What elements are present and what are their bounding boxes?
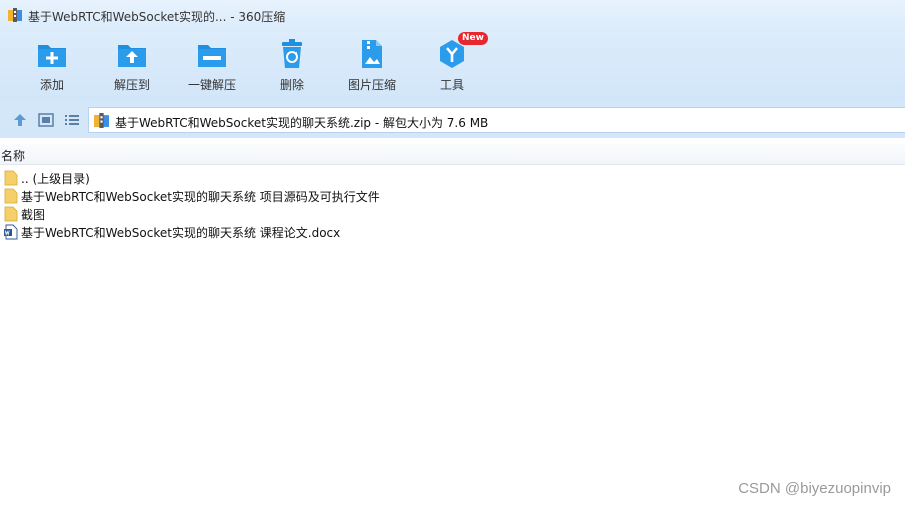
archive-app-icon — [8, 8, 22, 22]
image-compress-label: 图片压缩 — [347, 78, 396, 92]
list-item-name: 基于WebRTC和WebSocket实现的聊天系统 项目源码及可执行文件 — [21, 190, 380, 204]
navigation-bar: 基于WebRTC和WebSocket实现的聊天系统.zip - 解包大小为 7.… — [0, 102, 905, 138]
zip-file-icon — [94, 113, 109, 128]
list-item-name: .. (上级目录) — [21, 172, 90, 186]
file-list: .. (上级目录) 基于WebRTC和WebSocket实现的聊天系统 项目源码… — [0, 169, 905, 241]
extract-folder-icon — [118, 45, 146, 67]
tools-label: 工具 — [439, 78, 464, 92]
thumbnail-view-icon[interactable] — [38, 112, 54, 128]
list-item-name: 基于WebRTC和WebSocket实现的聊天系统 课程论文.docx — [21, 226, 341, 240]
one-click-extract-icon — [198, 45, 226, 67]
one-click-extract-button[interactable]: 一键解压 — [172, 38, 252, 98]
column-header: 名称 — [0, 144, 905, 165]
window-title: 基于WebRTC和WebSocket实现的... - 360压缩 — [28, 10, 286, 24]
list-item-source-folder[interactable]: 基于WebRTC和WebSocket实现的聊天系统 项目源码及可执行文件 — [0, 187, 905, 205]
list-item-name: 截图 — [21, 208, 46, 222]
list-item-screenshots-folder[interactable]: 截图 — [0, 205, 905, 223]
folder-icon — [4, 206, 18, 222]
toolbar: 添加 解压到 一键解压 删除 图片压缩 New 工具 — [0, 30, 905, 102]
address-bar[interactable]: 基于WebRTC和WebSocket实现的聊天系统.zip - 解包大小为 7.… — [88, 107, 905, 133]
trash-icon — [282, 39, 302, 68]
add-button[interactable]: 添加 — [12, 38, 92, 98]
extract-to-button[interactable]: 解压到 — [92, 38, 172, 98]
extract-to-label: 解压到 — [113, 78, 150, 92]
new-badge: New — [458, 32, 488, 45]
folder-icon — [4, 170, 18, 186]
archive-path: 基于WebRTC和WebSocket实现的聊天系统.zip - 解包大小为 7.… — [115, 116, 489, 130]
tools-button[interactable]: New 工具 — [412, 32, 492, 98]
list-item-parent-directory[interactable]: .. (上级目录) — [0, 169, 905, 187]
watermark: CSDN @biyezuopinvip — [738, 480, 891, 497]
column-name-header[interactable]: 名称 — [1, 147, 25, 164]
add-folder-icon — [38, 45, 66, 67]
image-compress-icon — [362, 40, 382, 68]
title-bar[interactable]: 基于WebRTC和WebSocket实现的... - 360压缩 — [0, 0, 905, 30]
word-document-icon — [4, 224, 18, 240]
image-compress-button[interactable]: 图片压缩 — [332, 38, 412, 98]
folder-icon — [4, 188, 18, 204]
add-label: 添加 — [39, 78, 64, 92]
list-view-icon[interactable] — [64, 112, 80, 128]
up-arrow-icon[interactable] — [12, 112, 28, 128]
delete-button[interactable]: 删除 — [252, 38, 332, 98]
list-item-docx-file[interactable]: 基于WebRTC和WebSocket实现的聊天系统 课程论文.docx — [0, 223, 905, 241]
delete-label: 删除 — [279, 78, 304, 92]
one-click-extract-label: 一键解压 — [187, 78, 236, 92]
